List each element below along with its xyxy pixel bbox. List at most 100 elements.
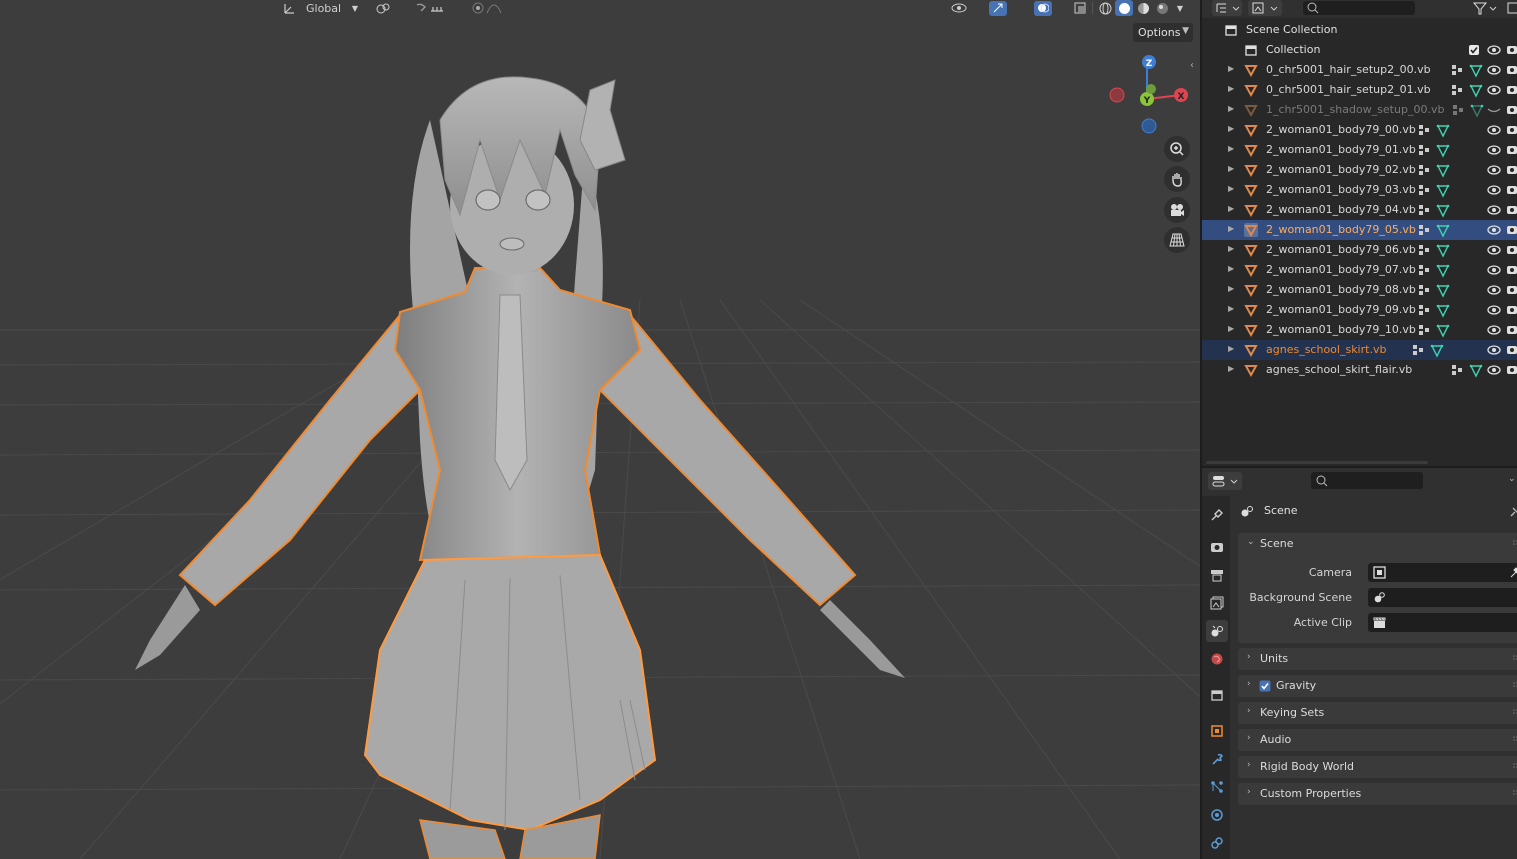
vertex-groups-icon[interactable] [1418, 184, 1432, 196]
expand-arrow-icon[interactable]: ▶ [1228, 344, 1234, 353]
render-camera-icon[interactable] [1506, 364, 1517, 376]
drag-grip-icon[interactable] [1513, 709, 1517, 715]
shading-options-dropdown[interactable]: ▼ [1172, 0, 1188, 16]
transform-orientation-dropdown[interactable]: Global ▼ [282, 0, 362, 16]
eye-icon[interactable] [1486, 323, 1502, 337]
gizmo-neg-x-axis[interactable] [1109, 87, 1125, 103]
eye-icon[interactable] [1486, 143, 1502, 157]
tab-view-layer[interactable] [1206, 592, 1228, 614]
background-scene-field[interactable] [1368, 588, 1517, 607]
pivot-point-dropdown[interactable] [368, 0, 398, 16]
mesh-data-icon[interactable] [1436, 264, 1450, 278]
eyedropper-icon[interactable] [1509, 566, 1517, 579]
tab-particles[interactable] [1206, 776, 1228, 798]
mesh-data-icon[interactable] [1436, 324, 1450, 338]
filter-dropdown[interactable] [1470, 0, 1500, 16]
eye-icon[interactable] [1486, 123, 1502, 137]
sidebar-toggle-icon[interactable]: ‹ [1190, 60, 1194, 71]
mesh-data-icon[interactable] [1430, 344, 1444, 358]
render-camera-icon[interactable] [1506, 64, 1517, 76]
mesh-data-icon[interactable] [1436, 244, 1450, 258]
panel-audio[interactable]: › Audio [1238, 729, 1517, 751]
eye-icon[interactable] [1486, 163, 1502, 177]
overlays-toggle[interactable] [1024, 0, 1062, 16]
render-camera-icon[interactable] [1506, 184, 1517, 196]
panel-title[interactable]: Keying Sets [1260, 706, 1324, 719]
mesh-data-icon[interactable] [1470, 104, 1484, 118]
expand-arrow-icon[interactable]: ▶ [1228, 84, 1234, 93]
render-camera-icon[interactable] [1506, 44, 1517, 56]
chevron-right-icon[interactable]: › [1247, 760, 1251, 770]
outliner-item[interactable]: ▶ 2_woman01_body79_04.vb [1202, 200, 1517, 220]
editor-type-dropdown[interactable] [1212, 0, 1242, 16]
mesh-data-icon[interactable] [1469, 364, 1483, 378]
eye-icon[interactable] [1486, 283, 1502, 297]
render-camera-icon[interactable] [1506, 264, 1517, 276]
outliner-item[interactable]: ▶ 2_woman01_body79_09.vb [1202, 300, 1517, 320]
character-model[interactable] [135, 76, 905, 859]
snap-dropdown[interactable] [403, 0, 455, 16]
outliner-item[interactable]: ▶ 2_woman01_body79_01.vb [1202, 140, 1517, 160]
panel-units[interactable]: › Units [1238, 648, 1517, 670]
panel-title[interactable]: Rigid Body World [1260, 760, 1354, 773]
proportional-edit-dropdown[interactable] [460, 0, 512, 16]
expand-arrow-icon[interactable]: ▶ [1228, 164, 1234, 173]
chevron-right-icon[interactable]: › [1247, 733, 1251, 743]
gizmo-neg-z-axis[interactable] [1141, 118, 1157, 134]
camera-view-button[interactable] [1164, 197, 1190, 223]
chevron-down-icon[interactable]: ⌄ [1247, 537, 1255, 547]
tab-render[interactable] [1206, 536, 1228, 558]
panel-rigid-body-world[interactable]: › Rigid Body World [1238, 756, 1517, 778]
eye-icon[interactable] [1486, 223, 1502, 237]
render-camera-icon[interactable] [1506, 124, 1517, 136]
outliner-item[interactable]: ▶ 2_woman01_body79_02.vb [1202, 160, 1517, 180]
render-camera-icon[interactable] [1506, 104, 1517, 116]
shading-wireframe-button[interactable] [1096, 0, 1114, 16]
render-camera-icon[interactable] [1506, 204, 1517, 216]
panel-title[interactable]: Audio [1260, 733, 1291, 746]
expand-arrow-icon[interactable]: ▶ [1228, 124, 1234, 133]
tab-physics[interactable] [1206, 804, 1228, 826]
outliner-item[interactable]: ▶ 0_chr5001_hair_setup2_01.vb [1202, 80, 1517, 100]
eye-icon[interactable] [1486, 63, 1502, 77]
mesh-data-icon[interactable] [1436, 124, 1450, 138]
expand-arrow-icon[interactable]: ▶ [1228, 304, 1234, 313]
outliner-horizontal-scrollbar[interactable] [1206, 461, 1428, 464]
render-camera-icon[interactable] [1506, 304, 1517, 316]
expand-arrow-icon[interactable]: ▶ [1228, 264, 1234, 273]
navigation-gizmo[interactable]: Z X Y [1109, 55, 1188, 134]
tab-modifiers[interactable] [1206, 748, 1228, 770]
vertex-groups-icon[interactable] [1418, 124, 1432, 136]
vertex-groups-icon[interactable] [1418, 164, 1432, 176]
panel-title[interactable]: Custom Properties [1260, 787, 1361, 800]
expand-arrow-icon[interactable]: ▶ [1228, 224, 1234, 233]
tab-scene[interactable] [1206, 620, 1228, 642]
pan-button[interactable] [1164, 166, 1190, 192]
chevron-right-icon[interactable]: › [1247, 652, 1251, 662]
xray-toggle[interactable] [1070, 0, 1090, 16]
scene-panel-title[interactable]: Scene [1260, 537, 1294, 550]
expand-arrow-icon[interactable]: ▶ [1228, 144, 1234, 153]
vertex-groups-icon[interactable] [1418, 204, 1432, 216]
visibility-dropdown[interactable] [944, 0, 974, 16]
vertex-groups-icon[interactable] [1452, 104, 1466, 116]
shading-material-button[interactable] [1134, 0, 1152, 16]
eye-icon[interactable] [1486, 203, 1502, 217]
mesh-data-icon[interactable] [1436, 204, 1450, 218]
zoom-button[interactable] [1164, 136, 1190, 162]
outliner-item[interactable]: ▶ 2_woman01_body79_08.vb [1202, 280, 1517, 300]
eye-icon[interactable] [1486, 343, 1502, 357]
expand-arrow-icon[interactable]: ▶ [1228, 324, 1234, 333]
tab-collection[interactable] [1206, 684, 1228, 706]
mesh-data-icon[interactable] [1436, 304, 1450, 318]
mesh-data-icon[interactable] [1436, 224, 1450, 238]
tab-world[interactable] [1206, 648, 1228, 670]
outliner-item[interactable]: ▶ agnes_school_skirt.vb [1202, 340, 1517, 360]
outliner-item[interactable]: ▶ 2_woman01_body79_10.vb [1202, 320, 1517, 340]
perspective-toggle-button[interactable] [1164, 227, 1190, 253]
panel-gravity[interactable]: › Gravity [1238, 675, 1517, 697]
vertex-groups-icon[interactable] [1451, 364, 1465, 376]
chevron-down-icon[interactable]: ⌄ [1508, 474, 1516, 484]
expand-arrow-icon[interactable]: ▶ [1228, 364, 1234, 373]
expand-arrow-icon[interactable]: ▶ [1228, 184, 1234, 193]
